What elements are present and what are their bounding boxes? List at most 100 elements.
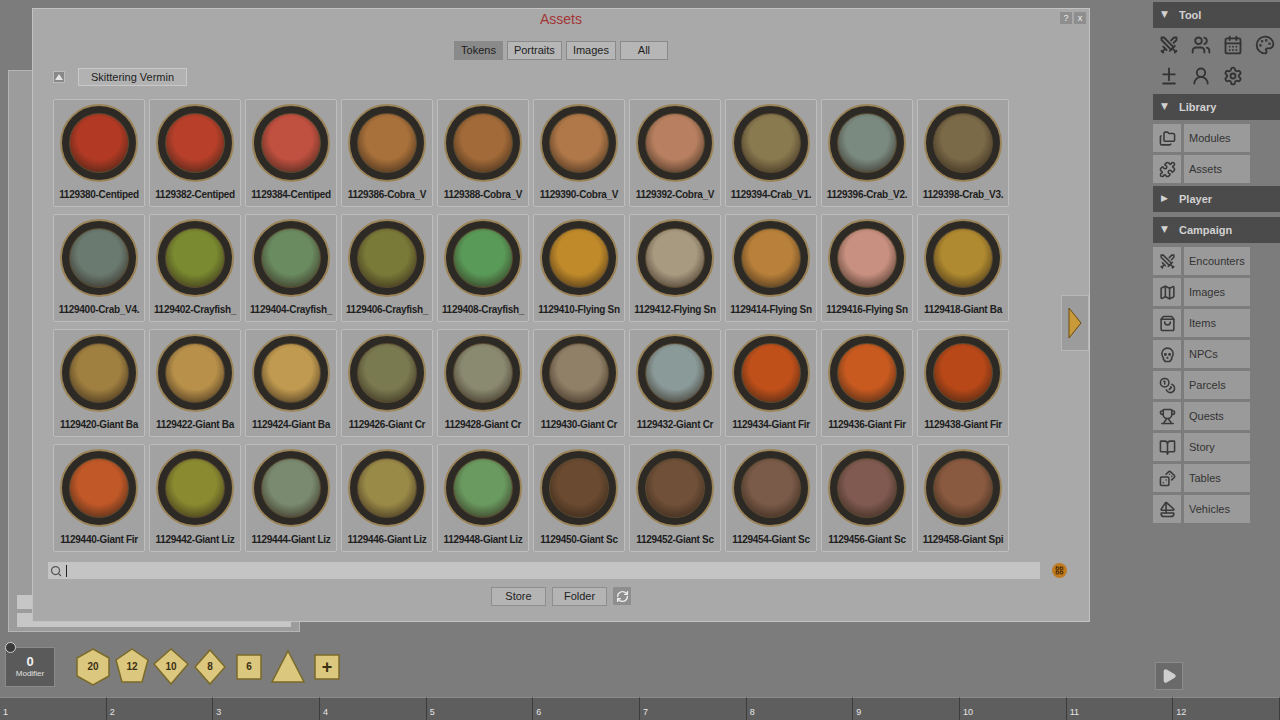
token-card[interactable]: 1129450-Giant Sc bbox=[533, 444, 625, 552]
hotkey-slot[interactable]: 9 bbox=[853, 697, 960, 720]
token-card[interactable]: 1129408-Crayfish_ bbox=[437, 214, 529, 322]
token-card[interactable]: 1129418-Giant Ba bbox=[917, 214, 1009, 322]
sidebar-item[interactable]: Assets bbox=[1153, 155, 1280, 183]
sidebar-item[interactable]: Parcels bbox=[1153, 371, 1280, 399]
close-button[interactable]: x bbox=[1074, 12, 1086, 24]
token-card[interactable]: 1129396-Crab_V2. bbox=[821, 99, 913, 207]
token-card[interactable]: 1129404-Crayfish_ bbox=[245, 214, 337, 322]
token-card[interactable]: 1129434-Giant Fir bbox=[725, 329, 817, 437]
token-card[interactable]: 1129402-Crayfish_ bbox=[149, 214, 241, 322]
help-button[interactable]: ? bbox=[1060, 12, 1072, 24]
token-card[interactable]: 1129398-Crab_V3. bbox=[917, 99, 1009, 207]
token-card[interactable]: 1129454-Giant Sc bbox=[725, 444, 817, 552]
sidebar-item[interactable]: Items bbox=[1153, 309, 1280, 337]
token-card[interactable]: 1129424-Giant Ba bbox=[245, 329, 337, 437]
token-card[interactable]: 1129444-Giant Liz bbox=[245, 444, 337, 552]
sidebar-item[interactable]: Vehicles bbox=[1153, 495, 1280, 523]
die-button[interactable] bbox=[270, 648, 306, 686]
tool-button[interactable] bbox=[1219, 63, 1247, 88]
item-icon bbox=[1159, 253, 1176, 270]
die-button[interactable]: + bbox=[309, 648, 345, 686]
token-card[interactable]: 1129386-Cobra_V bbox=[341, 99, 433, 207]
die-button[interactable]: 12 bbox=[114, 648, 150, 686]
hotkey-slot[interactable]: 12 bbox=[1173, 697, 1280, 720]
hotkey-slot[interactable]: 2 bbox=[107, 697, 214, 720]
hotkey-slot[interactable]: 10 bbox=[960, 697, 1067, 720]
die-button[interactable]: 6 bbox=[231, 648, 267, 686]
next-page-button[interactable] bbox=[1061, 295, 1089, 351]
hotkey-slot[interactable]: 5 bbox=[427, 697, 534, 720]
tool-button[interactable] bbox=[1219, 32, 1247, 57]
tool-button[interactable] bbox=[1187, 32, 1215, 57]
token-card[interactable]: 1129452-Giant Sc bbox=[629, 444, 721, 552]
sidebar-item[interactable]: Story bbox=[1153, 433, 1280, 461]
section-header[interactable]: ▼Tool bbox=[1153, 2, 1280, 28]
hotkey-slot[interactable]: 6 bbox=[533, 697, 640, 720]
token-card[interactable]: 1129414-Flying Sn bbox=[725, 214, 817, 322]
hotkey-slot[interactable]: 1 bbox=[0, 697, 107, 720]
modifier-box[interactable]: 0Modifier bbox=[5, 647, 55, 687]
section-header[interactable]: ▼Campaign bbox=[1153, 217, 1280, 243]
sidebar-item[interactable]: Modules bbox=[1153, 124, 1280, 152]
token-card[interactable]: 1129458-Giant Spi bbox=[917, 444, 1009, 552]
sidebar-item[interactable]: Quests bbox=[1153, 402, 1280, 430]
tab[interactable]: All bbox=[620, 41, 668, 60]
token-card[interactable]: 1129430-Giant Cr bbox=[533, 329, 625, 437]
folder-button[interactable]: Skittering Vermin bbox=[78, 68, 187, 87]
tool-button[interactable] bbox=[1155, 32, 1183, 57]
sidebar-item[interactable]: Images bbox=[1153, 278, 1280, 306]
refresh-button[interactable] bbox=[613, 587, 631, 605]
token-card[interactable]: 1129412-Flying Sn bbox=[629, 214, 721, 322]
tab[interactable]: Tokens bbox=[454, 41, 503, 60]
hotkey-slot[interactable]: 3 bbox=[213, 697, 320, 720]
token-card[interactable]: 1129410-Flying Sn bbox=[533, 214, 625, 322]
token-card[interactable]: 1129406-Crayfish_ bbox=[341, 214, 433, 322]
hotkey-slot[interactable]: 4 bbox=[320, 697, 427, 720]
token-card[interactable]: 1129422-Giant Ba bbox=[149, 329, 241, 437]
token-card[interactable]: 1129420-Giant Ba bbox=[53, 329, 145, 437]
tool-button[interactable] bbox=[1251, 32, 1279, 57]
token-card[interactable]: 1129448-Giant Liz bbox=[437, 444, 529, 552]
tab[interactable]: Portraits bbox=[507, 41, 562, 60]
token-card[interactable]: 1129432-Giant Cr bbox=[629, 329, 721, 437]
tab[interactable]: Images bbox=[566, 41, 616, 60]
sidebar-item[interactable]: NPCs bbox=[1153, 340, 1280, 368]
token-card[interactable]: 1129428-Giant Cr bbox=[437, 329, 529, 437]
token-card[interactable]: 1129382-Centiped bbox=[149, 99, 241, 207]
sidebar-item[interactable]: Encounters bbox=[1153, 247, 1280, 275]
section-header[interactable]: ▶Player bbox=[1153, 186, 1280, 212]
settings-icon[interactable] bbox=[5, 642, 16, 653]
tool-button[interactable] bbox=[1187, 63, 1215, 88]
token-card[interactable]: 1129442-Giant Liz bbox=[149, 444, 241, 552]
hotkey-slot[interactable]: 11 bbox=[1067, 697, 1174, 720]
token-card[interactable]: 1129390-Cobra_V bbox=[533, 99, 625, 207]
token-card[interactable]: 1129384-Centiped bbox=[245, 99, 337, 207]
token-card[interactable]: 1129380-Centiped bbox=[53, 99, 145, 207]
token-card[interactable]: 1129456-Giant Sc bbox=[821, 444, 913, 552]
token-card[interactable]: 1129400-Crab_V4. bbox=[53, 214, 145, 322]
title-bar[interactable]: Assets?x bbox=[33, 9, 1089, 29]
action-button[interactable]: Folder bbox=[552, 587, 607, 606]
token-card[interactable]: 1129388-Cobra_V bbox=[437, 99, 529, 207]
hotkey-slot[interactable]: 8 bbox=[747, 697, 854, 720]
hotkey-slot[interactable]: 7 bbox=[640, 697, 747, 720]
die-button[interactable]: 8 bbox=[192, 648, 228, 686]
token-card[interactable]: 1129446-Giant Liz bbox=[341, 444, 433, 552]
tool-button[interactable] bbox=[1155, 63, 1183, 88]
search-field[interactable] bbox=[48, 562, 1040, 579]
action-button[interactable]: Store bbox=[491, 587, 546, 606]
token-card[interactable]: 1129440-Giant Fir bbox=[53, 444, 145, 552]
play-button[interactable] bbox=[1155, 662, 1183, 690]
sidebar-item[interactable]: Tables bbox=[1153, 464, 1280, 492]
token-card[interactable]: 1129392-Cobra_V bbox=[629, 99, 721, 207]
view-toggle-button[interactable] bbox=[1052, 563, 1067, 578]
token-card[interactable]: 1129416-Flying Sn bbox=[821, 214, 913, 322]
token-card[interactable]: 1129394-Crab_V1. bbox=[725, 99, 817, 207]
folder-up-button[interactable] bbox=[53, 71, 65, 83]
section-header[interactable]: ▼Library bbox=[1153, 94, 1280, 120]
token-card[interactable]: 1129436-Giant Fir bbox=[821, 329, 913, 437]
die-button[interactable]: 10 bbox=[153, 648, 189, 686]
token-card[interactable]: 1129438-Giant Fir bbox=[917, 329, 1009, 437]
token-card[interactable]: 1129426-Giant Cr bbox=[341, 329, 433, 437]
die-button[interactable]: 20 bbox=[75, 648, 111, 686]
